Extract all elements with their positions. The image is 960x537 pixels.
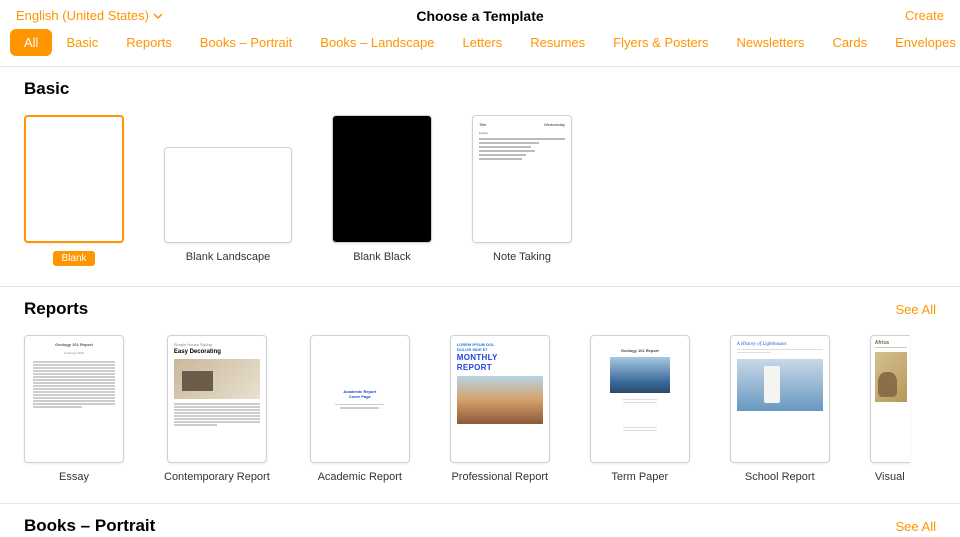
template-term-paper[interactable]: Geology 101 Report Term Paper xyxy=(590,335,690,483)
caption-visual: Visual xyxy=(875,471,905,483)
tab-envelopes[interactable]: Envelopes xyxy=(881,29,960,56)
caption-term-paper: Term Paper xyxy=(611,471,668,483)
caption-blank-black: Blank Black xyxy=(353,251,410,263)
template-school-report[interactable]: A History of Lighthouses School Report xyxy=(730,335,830,483)
thumb-blank xyxy=(24,115,124,243)
section-title-reports: Reports xyxy=(24,299,88,319)
caption-note-taking: Note Taking xyxy=(493,251,551,263)
template-blank[interactable]: Blank xyxy=(24,115,124,266)
page-title: Choose a Template xyxy=(416,8,543,24)
basic-row: Blank Blank Landscape Blank Black TitleW… xyxy=(0,107,960,286)
template-content: Basic Blank Blank Landscape Blank Black … xyxy=(0,67,960,532)
template-blank-landscape[interactable]: Blank Landscape xyxy=(164,115,292,266)
tab-books-landscape[interactable]: Books – Landscape xyxy=(306,29,448,56)
tab-basic[interactable]: Basic xyxy=(52,29,112,56)
template-visual-report[interactable]: Africa Visual xyxy=(870,335,910,483)
caption-professional: Professional Report xyxy=(451,471,548,483)
see-all-books-portrait[interactable]: See All xyxy=(896,519,936,533)
tab-reports[interactable]: Reports xyxy=(112,29,186,56)
see-all-reports[interactable]: See All xyxy=(896,302,936,317)
create-button[interactable]: Create xyxy=(905,8,944,23)
thumb-professional: LOREM IPSUM DOLDOLOR SIDE ETMONTHLYREPOR… xyxy=(450,335,550,463)
thumb-visual: Africa xyxy=(870,335,910,463)
template-essay[interactable]: Geology 101 ReportFebruary 2019 Essay xyxy=(24,335,124,483)
section-title-basic: Basic xyxy=(24,79,69,99)
language-selector[interactable]: English (United States) xyxy=(16,8,163,23)
tab-cards[interactable]: Cards xyxy=(818,29,881,56)
tab-books-portrait[interactable]: Books – Portrait xyxy=(186,29,307,56)
header: English (United States) Choose a Templat… xyxy=(0,0,960,29)
tab-letters[interactable]: Letters xyxy=(448,29,516,56)
section-basic: Basic Blank Blank Landscape Blank Black … xyxy=(0,67,960,287)
thumb-academic: Academic ReportCover Page xyxy=(310,335,410,463)
caption-academic: Academic Report xyxy=(318,471,402,483)
chevron-down-icon xyxy=(153,11,163,21)
tab-flyers[interactable]: Flyers & Posters xyxy=(599,29,722,56)
caption-essay: Essay xyxy=(59,471,89,483)
template-note-taking[interactable]: TitleWednesdayLorem Note Taking xyxy=(472,115,572,266)
caption-blank-landscape: Blank Landscape xyxy=(186,251,270,263)
language-label: English (United States) xyxy=(16,8,149,23)
tab-all[interactable]: All xyxy=(10,29,52,56)
template-academic-report[interactable]: Academic ReportCover Page Academic Repor… xyxy=(310,335,410,483)
reports-row: Geology 101 ReportFebruary 2019 Essay Si… xyxy=(0,327,960,503)
thumb-school-report: A History of Lighthouses xyxy=(730,335,830,463)
caption-school-report: School Report xyxy=(745,471,815,483)
thumb-blank-black xyxy=(332,115,432,243)
thumb-note-taking: TitleWednesdayLorem xyxy=(472,115,572,243)
category-tabs: All Basic Reports Books – Portrait Books… xyxy=(0,29,960,67)
section-reports: Reports See All Geology 101 ReportFebrua… xyxy=(0,287,960,504)
section-books-portrait: Books – Portrait See All xyxy=(0,504,960,532)
caption-blank: Blank xyxy=(53,251,94,266)
caption-contemporary: Contemporary Report xyxy=(164,471,270,483)
template-professional-report[interactable]: LOREM IPSUM DOLDOLOR SIDE ETMONTHLYREPOR… xyxy=(450,335,550,483)
template-blank-black[interactable]: Blank Black xyxy=(332,115,432,266)
thumb-contemporary: Simple House StylingEasy Decorating xyxy=(167,335,267,463)
thumb-blank-landscape xyxy=(164,147,292,243)
tab-resumes[interactable]: Resumes xyxy=(516,29,599,56)
template-contemporary-report[interactable]: Simple House StylingEasy Decorating Cont… xyxy=(164,335,270,483)
thumb-term-paper: Geology 101 Report xyxy=(590,335,690,463)
thumb-essay: Geology 101 ReportFebruary 2019 xyxy=(24,335,124,463)
section-title-books-portrait: Books – Portrait xyxy=(24,516,155,532)
tab-newsletters[interactable]: Newsletters xyxy=(723,29,819,56)
